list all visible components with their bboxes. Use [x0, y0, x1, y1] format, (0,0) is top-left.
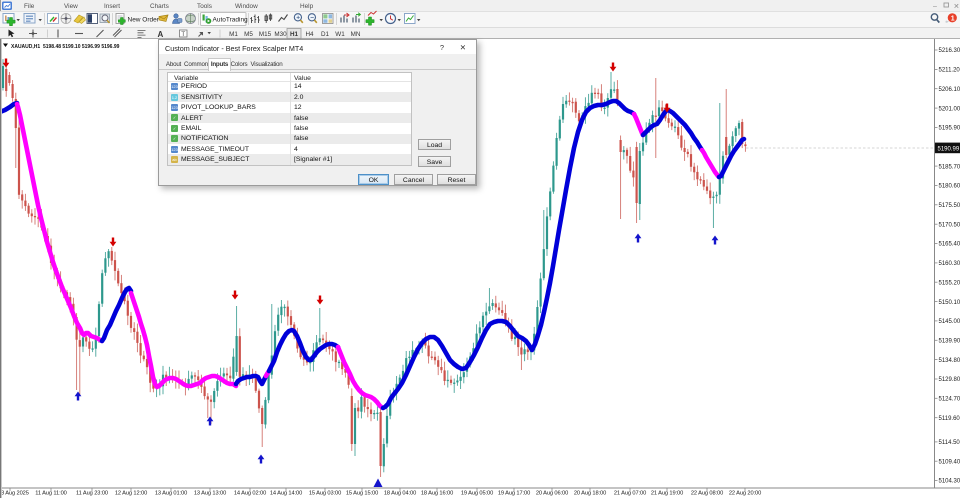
svg-text:13 Aug 13:00: 13 Aug 13:00	[194, 491, 226, 497]
svg-text:D1: D1	[321, 31, 330, 38]
svg-text:5119.60: 5119.60	[939, 416, 960, 422]
svg-text:5160.30: 5160.30	[939, 261, 960, 267]
svg-text:21 Aug 19:00: 21 Aug 19:00	[651, 491, 683, 497]
svg-text:M1: M1	[229, 31, 238, 38]
svg-text:20 Aug 18:00: 20 Aug 18:00	[574, 491, 606, 497]
svg-text:5185.70: 5185.70	[939, 164, 960, 170]
svg-text:5165.40: 5165.40	[939, 242, 960, 248]
svg-text:Tools: Tools	[197, 3, 212, 10]
svg-text:18 Aug 16:00: 18 Aug 16:00	[421, 491, 453, 497]
svg-text:15 Aug 15:00: 15 Aug 15:00	[346, 491, 378, 497]
svg-text:Window: Window	[235, 3, 258, 10]
svg-text:5145.00: 5145.00	[939, 319, 960, 325]
svg-text:A: A	[158, 30, 164, 39]
svg-text:H1: H1	[290, 31, 299, 38]
svg-text:M5: M5	[244, 31, 253, 38]
svg-text:5180.60: 5180.60	[939, 184, 960, 190]
svg-text:H4: H4	[305, 31, 314, 38]
svg-text:T: T	[181, 31, 185, 38]
svg-text:5201.00: 5201.00	[939, 106, 960, 112]
svg-text:−: −	[310, 15, 314, 22]
svg-text:M30: M30	[274, 31, 287, 38]
svg-text:14 Aug 02:00: 14 Aug 02:00	[234, 491, 266, 497]
svg-text:19 Aug 05:00: 19 Aug 05:00	[461, 491, 493, 497]
svg-text:Charts: Charts	[150, 3, 169, 10]
svg-text:11 Aug 11:00: 11 Aug 11:00	[35, 491, 66, 497]
svg-text:–: –	[933, 3, 937, 10]
svg-text:M15: M15	[259, 31, 272, 38]
svg-text:5150.10: 5150.10	[939, 300, 960, 306]
svg-text:5114.50: 5114.50	[939, 440, 960, 446]
svg-text:1: 1	[951, 15, 955, 22]
svg-text:New Order: New Order	[128, 16, 160, 23]
svg-text:5211.20: 5211.20	[939, 68, 960, 74]
svg-text:22 Aug 20:00: 22 Aug 20:00	[729, 491, 761, 497]
svg-text:5109.40: 5109.40	[939, 459, 960, 465]
svg-text:22 Aug 08:00: 22 Aug 08:00	[691, 491, 723, 497]
svg-text:20 Aug 06:00: 20 Aug 06:00	[536, 491, 568, 497]
svg-text:13 Aug 01:00: 13 Aug 01:00	[155, 491, 187, 497]
svg-text:✕: ✕	[954, 4, 960, 11]
svg-text:11 Aug 23:00: 11 Aug 23:00	[76, 491, 108, 497]
svg-text:File: File	[24, 3, 35, 10]
svg-text:W1: W1	[335, 31, 345, 38]
svg-text:+: +	[296, 15, 300, 22]
svg-text:5124.70: 5124.70	[939, 397, 960, 403]
svg-text:5139.90: 5139.90	[939, 339, 960, 345]
svg-text:18 Aug 04:00: 18 Aug 04:00	[384, 491, 416, 497]
svg-text:5129.80: 5129.80	[939, 377, 960, 383]
svg-text:21 Aug 07:00: 21 Aug 07:00	[614, 491, 646, 497]
svg-text:5155.20: 5155.20	[939, 280, 960, 286]
svg-text:XAUAUD,H1 5198.48 5199.10 519: XAUAUD,H1 5198.48 5199.10 5196.99 5196.9…	[11, 44, 120, 50]
svg-text:5104.30: 5104.30	[939, 479, 960, 485]
svg-text:14 Aug 14:00: 14 Aug 14:00	[270, 491, 302, 497]
svg-text:15 Aug 03:00: 15 Aug 03:00	[309, 491, 341, 497]
svg-text:View: View	[64, 3, 78, 10]
svg-text:Help: Help	[300, 3, 314, 10]
svg-text:Insert: Insert	[104, 3, 120, 10]
svg-text:5216.30: 5216.30	[939, 48, 960, 54]
svg-text:5134.80: 5134.80	[939, 358, 960, 364]
svg-text:8 Aug 2025: 8 Aug 2025	[1, 491, 29, 497]
svg-text:12 Aug 12:00: 12 Aug 12:00	[115, 491, 147, 497]
svg-text:19 Aug 17:00: 19 Aug 17:00	[498, 491, 530, 497]
svg-text:MN: MN	[351, 31, 361, 38]
svg-text:5206.10: 5206.10	[939, 87, 960, 93]
svg-text:5170.50: 5170.50	[939, 222, 960, 228]
svg-text:5195.90: 5195.90	[939, 126, 960, 132]
svg-text:5175.50: 5175.50	[939, 203, 960, 209]
svg-text:5190.99: 5190.99	[938, 146, 960, 152]
svg-text:AutoTrading: AutoTrading	[213, 16, 249, 23]
